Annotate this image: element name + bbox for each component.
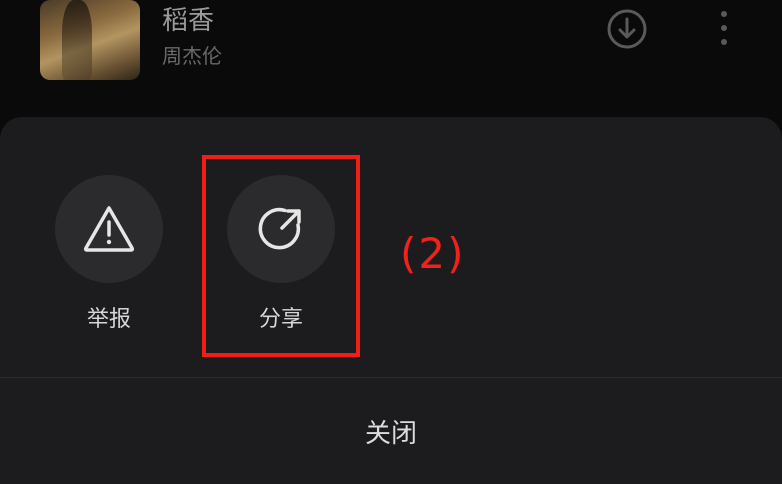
album-cover <box>40 0 140 80</box>
close-button[interactable]: 关闭 <box>0 378 782 484</box>
more-vertical-icon[interactable] <box>712 8 736 50</box>
report-icon-circle[interactable] <box>55 175 163 283</box>
report-button[interactable]: 举报 <box>54 175 164 333</box>
annotation-label: (2) <box>400 229 466 278</box>
download-icon[interactable] <box>606 8 648 50</box>
report-label: 举报 <box>86 307 131 332</box>
song-artist: 周杰伦 <box>162 44 222 68</box>
song-row[interactable]: 稻香 周杰伦 <box>0 0 782 80</box>
action-sheet: 举报 分享 (2) 关闭 <box>0 117 782 484</box>
song-title: 稻香 <box>162 6 215 36</box>
warning-triangle-icon <box>83 206 135 252</box>
highlight-box <box>202 155 360 357</box>
